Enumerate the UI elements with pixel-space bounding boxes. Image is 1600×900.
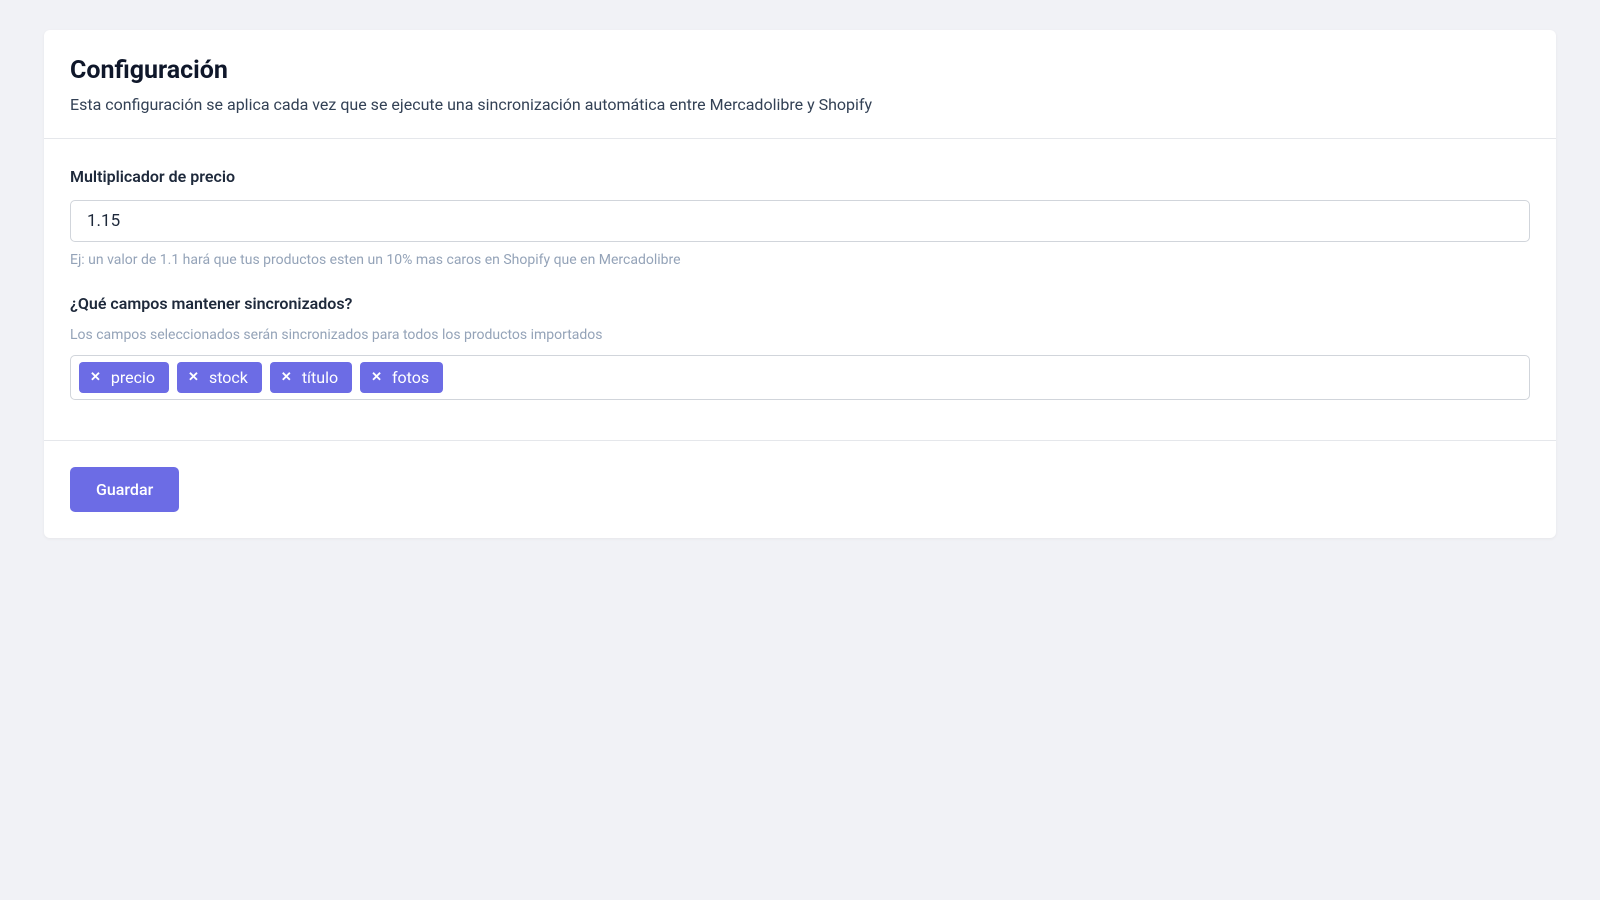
sync-fields-help: Los campos seleccionados serán sincroniz… bbox=[70, 327, 1530, 343]
sync-field-tag: ✕ stock bbox=[177, 362, 262, 393]
tag-label: stock bbox=[209, 368, 248, 387]
multiplier-input[interactable] bbox=[70, 200, 1530, 242]
sync-fields-label: ¿Qué campos mantener sincronizados? bbox=[70, 294, 1530, 313]
close-icon[interactable]: ✕ bbox=[281, 371, 292, 384]
close-icon[interactable]: ✕ bbox=[371, 371, 382, 384]
sync-field-tag: ✕ título bbox=[270, 362, 352, 393]
tag-label: precio bbox=[111, 368, 155, 387]
multiplier-group: Multiplicador de precio Ej: un valor de … bbox=[70, 167, 1530, 268]
card-body: Multiplicador de precio Ej: un valor de … bbox=[44, 139, 1556, 440]
config-card: Configuración Esta configuración se apli… bbox=[44, 30, 1556, 538]
page-title: Configuración bbox=[70, 56, 1530, 85]
multiplier-help: Ej: un valor de 1.1 hará que tus product… bbox=[70, 252, 1530, 268]
sync-field-tag: ✕ precio bbox=[79, 362, 169, 393]
card-header: Configuración Esta configuración se apli… bbox=[44, 30, 1556, 139]
close-icon[interactable]: ✕ bbox=[188, 371, 199, 384]
tag-label: fotos bbox=[392, 368, 429, 387]
multiplier-label: Multiplicador de precio bbox=[70, 167, 1530, 186]
sync-fields-taginput[interactable]: ✕ precio ✕ stock ✕ título ✕ fotos bbox=[70, 355, 1530, 400]
page-subtitle: Esta configuración se aplica cada vez qu… bbox=[70, 95, 1530, 114]
tag-label: título bbox=[302, 368, 338, 387]
close-icon[interactable]: ✕ bbox=[90, 371, 101, 384]
sync-field-tag: ✕ fotos bbox=[360, 362, 443, 393]
sync-fields-group: ¿Qué campos mantener sincronizados? Los … bbox=[70, 294, 1530, 400]
save-button[interactable]: Guardar bbox=[70, 467, 179, 512]
card-footer: Guardar bbox=[44, 440, 1556, 538]
